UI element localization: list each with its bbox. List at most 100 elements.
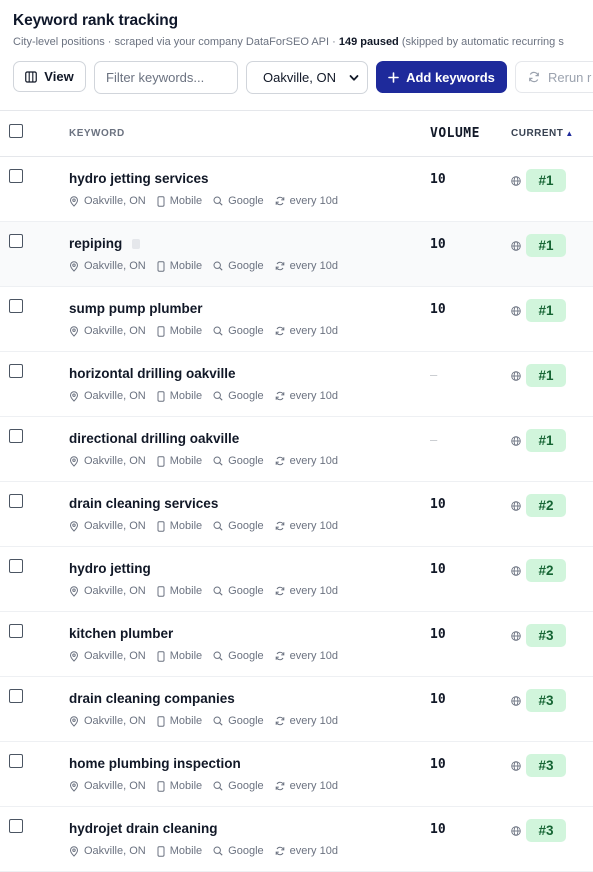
row-checkbox[interactable] [9, 559, 23, 573]
keyword-cell: drain cleaning companies [69, 691, 235, 706]
repeat-icon [275, 391, 284, 401]
table-row[interactable]: hydrojet drain cleaning Oakville, ON Mob… [0, 807, 593, 872]
table-row[interactable]: hydro jetting services Oakville, ON Mobi… [0, 157, 593, 222]
volume-cell: 10 [430, 757, 446, 772]
keyword-text: hydro jetting services [69, 171, 209, 186]
meta-location: Oakville, ON [69, 195, 146, 207]
meta-device: Mobile [157, 195, 202, 207]
pin-icon [69, 650, 79, 662]
add-keywords-button[interactable]: Add keywords [376, 61, 507, 93]
meta-frequency-text: every 10d [289, 650, 338, 662]
select-all-checkbox[interactable] [9, 124, 23, 138]
row-checkbox[interactable] [9, 689, 23, 703]
table-row[interactable]: repiping Oakville, ON Mobile Google ever… [0, 222, 593, 287]
table-row[interactable]: horizontal drilling oakville Oakville, O… [0, 352, 593, 417]
row-checkbox[interactable] [9, 429, 23, 443]
location-select[interactable]: Oakville, ON [246, 61, 368, 94]
volume-cell: 10 [430, 172, 446, 187]
meta-engine: Google [213, 195, 264, 207]
current-rank-badge[interactable]: #1 [526, 429, 566, 452]
keyword-cell: directional drilling oakville [69, 431, 239, 446]
meta-engine: Google [213, 260, 264, 272]
pin-icon [69, 845, 79, 857]
globe-icon [511, 761, 521, 771]
toolbar: View Oakville, ON Add keywords Rerun r [13, 61, 593, 94]
current-rank-badge[interactable]: #1 [526, 299, 566, 322]
view-button[interactable]: View [13, 61, 86, 92]
table-row[interactable]: hydro jetting Oakville, ON Mobile Google… [0, 547, 593, 612]
current-rank-badge[interactable]: #2 [526, 494, 566, 517]
row-checkbox[interactable] [9, 819, 23, 833]
row-checkbox[interactable] [9, 494, 23, 508]
current-rank-badge[interactable]: #3 [526, 624, 566, 647]
table-row[interactable]: sump pump plumber Oakville, ON Mobile Go… [0, 287, 593, 352]
globe-icon [511, 631, 521, 641]
table-row[interactable]: kitchen plumber Oakville, ON Mobile Goog… [0, 612, 593, 677]
column-header-current[interactable]: CURRENT ▲ [511, 128, 574, 139]
repeat-icon [275, 781, 284, 791]
meta-frequency-text: every 10d [289, 715, 338, 727]
keyword-cell: drain cleaning services [69, 496, 218, 511]
current-rank-badge[interactable]: #3 [526, 689, 566, 712]
keyword-text: sump pump plumber [69, 301, 203, 316]
current-rank-badge[interactable]: #1 [526, 169, 566, 192]
paused-count: 149 paused [338, 36, 399, 48]
table-row[interactable]: directional drilling oakville Oakville, … [0, 417, 593, 482]
pin-icon [69, 195, 79, 207]
current-rank-badge[interactable]: #1 [526, 364, 566, 387]
globe-icon [511, 436, 521, 446]
meta-device: Mobile [157, 390, 202, 402]
table-row[interactable]: drain cleaning companies Oakville, ON Mo… [0, 677, 593, 742]
meta-device: Mobile [157, 325, 202, 337]
phone-icon [157, 585, 165, 597]
row-checkbox[interactable] [9, 169, 23, 183]
meta-frequency: every 10d [275, 390, 338, 402]
row-checkbox[interactable] [9, 624, 23, 638]
keyword-cell: horizontal drilling oakville [69, 366, 236, 381]
table-row[interactable]: home plumbing inspection Oakville, ON Mo… [0, 742, 593, 807]
current-rank-badge[interactable]: #3 [526, 754, 566, 777]
meta-location-text: Oakville, ON [84, 195, 146, 207]
tag-marker [132, 239, 141, 249]
keyword-text: hydrojet drain cleaning [69, 821, 218, 836]
keyword-meta: Oakville, ON Mobile Google every 10d [69, 585, 349, 597]
meta-device-text: Mobile [169, 195, 203, 207]
meta-frequency: every 10d [275, 845, 338, 857]
keyword-cell: sump pump plumber [69, 301, 203, 316]
row-checkbox[interactable] [9, 234, 23, 248]
table-row[interactable]: drain cleaning services Oakville, ON Mob… [0, 482, 593, 547]
column-header-volume[interactable]: VOLUME [430, 126, 480, 141]
meta-frequency-text: every 10d [289, 585, 338, 597]
repeat-icon [275, 716, 284, 726]
meta-engine: Google [213, 585, 264, 597]
volume-cell: 10 [430, 627, 446, 642]
meta-engine: Google [213, 325, 264, 337]
meta-location: Oakville, ON [69, 390, 146, 402]
pin-icon [69, 260, 79, 272]
page-title: Keyword rank tracking [13, 12, 179, 29]
meta-device: Mobile [157, 455, 202, 467]
meta-engine-text: Google [228, 390, 264, 402]
keyword-meta: Oakville, ON Mobile Google every 10d [69, 650, 349, 662]
globe-icon [511, 241, 521, 251]
current-rank-badge[interactable]: #1 [526, 234, 566, 257]
meta-device: Mobile [157, 780, 202, 792]
filter-keywords-input[interactable] [94, 61, 238, 94]
meta-location: Oakville, ON [69, 650, 146, 662]
subtitle-note: (skipped by automatic recurring s [398, 36, 564, 48]
column-header-keyword[interactable]: KEYWORD [69, 128, 125, 139]
meta-location-text: Oakville, ON [84, 520, 146, 532]
rerun-button[interactable]: Rerun r [515, 61, 593, 93]
row-checkbox[interactable] [9, 754, 23, 768]
row-checkbox[interactable] [9, 364, 23, 378]
current-rank-badge[interactable]: #2 [526, 559, 566, 582]
meta-device: Mobile [157, 585, 202, 597]
keyword-text: directional drilling oakville [69, 431, 240, 446]
row-checkbox[interactable] [9, 299, 23, 313]
meta-location-text: Oakville, ON [84, 845, 146, 857]
current-rank-badge[interactable]: #3 [526, 819, 566, 842]
repeat-icon [275, 196, 284, 206]
meta-location-text: Oakville, ON [84, 390, 146, 402]
pin-icon [69, 455, 79, 467]
meta-location: Oakville, ON [69, 715, 146, 727]
